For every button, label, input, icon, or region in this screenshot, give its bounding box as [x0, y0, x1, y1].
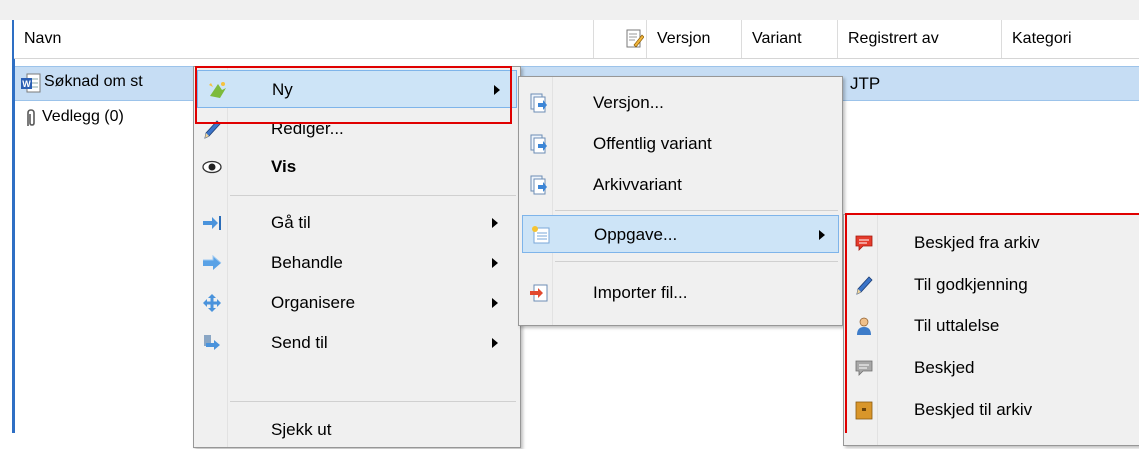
menu-item-versjon[interactable]: Versjon...: [519, 84, 842, 122]
menu-item-ga-til[interactable]: Gå til: [194, 204, 520, 242]
row-name: Søknad om st: [44, 73, 143, 90]
menu-item-behandle[interactable]: Behandle: [194, 244, 520, 282]
annotation-box-ny: [195, 66, 512, 124]
archive-variant-icon: [530, 175, 547, 195]
eye-icon: [202, 160, 222, 174]
column-navn[interactable]: Navn: [14, 20, 594, 58]
svg-text:W: W: [22, 79, 31, 89]
menu-separator: [230, 401, 516, 402]
edit-document-icon: [626, 29, 644, 48]
new-version-icon: [530, 93, 547, 113]
list-row-vedlegg[interactable]: Vedlegg (0): [15, 104, 195, 134]
goto-arrow-icon: [203, 216, 221, 230]
submenu-arrow-icon: [819, 230, 825, 240]
column-registrert-av[interactable]: Registrert av: [838, 20, 1002, 58]
menu-separator: [555, 210, 838, 211]
column-header: Navn Versjon Variant Registrert av Kateg…: [14, 20, 1139, 59]
annotation-box-oppgave: [845, 213, 1139, 433]
submenu-arrow-icon: [492, 258, 498, 268]
submenu-arrow-icon: [492, 218, 498, 228]
menu-item-organisere[interactable]: Organisere: [194, 284, 520, 322]
menu-item-send-til[interactable]: Send til: [194, 324, 520, 362]
row-name: Vedlegg (0): [42, 108, 124, 125]
row-registrert-av: JTP: [850, 74, 881, 93]
paperclip-icon: [27, 109, 35, 126]
menu-item-sjekk-ut[interactable]: Sjekk ut: [194, 411, 520, 449]
public-variant-icon: [530, 134, 547, 154]
column-spacer: [594, 20, 624, 58]
task-icon: [532, 226, 550, 244]
menu-item-oppgave[interactable]: Oppgave...: [522, 215, 839, 253]
submenu-arrow-icon: [492, 298, 498, 308]
menu-item-vis[interactable]: Vis: [194, 148, 520, 186]
import-file-icon: [530, 284, 548, 302]
column-versjon[interactable]: Versjon: [646, 20, 742, 58]
menu-separator: [555, 261, 838, 262]
ny-submenu: Versjon... Offentlig variant Arkivvarian…: [518, 76, 843, 326]
move-arrows-icon: [203, 294, 221, 312]
column-kategori[interactable]: Kategori: [1002, 20, 1139, 58]
process-arrow-icon: [203, 254, 222, 270]
menu-item-offentlig-variant[interactable]: Offentlig variant: [519, 125, 842, 163]
window-top-strip: [0, 0, 1139, 20]
menu-item-importer-fil[interactable]: Importer fil...: [519, 274, 842, 312]
word-document-icon: W: [21, 73, 41, 93]
menu-item-arkivvariant[interactable]: Arkivvariant: [519, 166, 842, 204]
send-to-icon: [204, 335, 220, 350]
column-variant[interactable]: Variant: [742, 20, 838, 58]
submenu-arrow-icon: [492, 338, 498, 348]
menu-separator: [230, 195, 516, 196]
